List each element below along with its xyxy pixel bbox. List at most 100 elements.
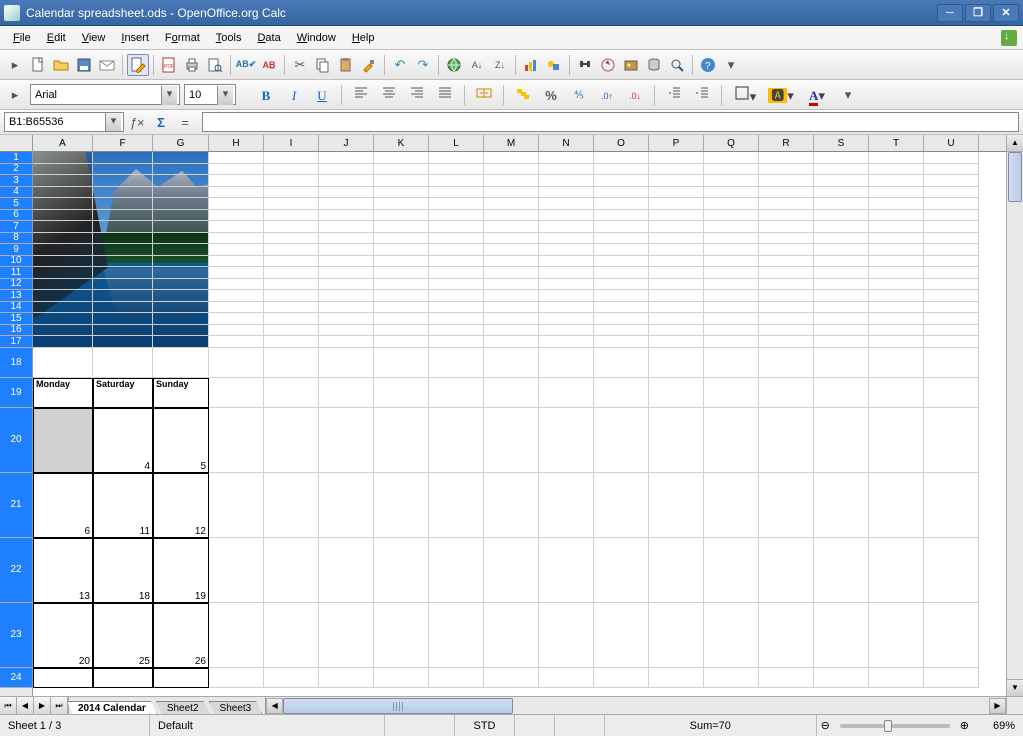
cell[interactable]: 5 (153, 408, 209, 473)
scroll-up-button[interactable]: ▲ (1007, 135, 1023, 152)
percent-button[interactable]: % (539, 84, 563, 106)
cell[interactable] (814, 668, 869, 688)
cell[interactable] (374, 538, 429, 603)
row-head-2[interactable]: 2 (0, 164, 32, 176)
cell[interactable] (704, 408, 759, 473)
select-all-corner[interactable] (0, 135, 33, 152)
new-doc-button[interactable] (27, 54, 49, 76)
cell[interactable]: 4 (93, 408, 153, 473)
cell[interactable] (594, 348, 649, 378)
col-head-I[interactable]: I (264, 135, 319, 151)
cell[interactable] (264, 473, 319, 538)
zoom-slider[interactable] (840, 724, 950, 728)
cell[interactable] (759, 538, 814, 603)
horizontal-scrollbar[interactable]: ◀ ▶ (265, 697, 1006, 714)
sheet-tab[interactable]: Sheet3 (209, 701, 263, 714)
cell[interactable] (759, 348, 814, 378)
cell[interactable] (594, 668, 649, 688)
cell[interactable] (594, 378, 649, 408)
row-head-4[interactable]: 4 (0, 187, 32, 199)
currency-button[interactable] (511, 84, 535, 106)
cell[interactable] (704, 473, 759, 538)
cell[interactable] (319, 348, 374, 378)
arrow-icon[interactable]: ▸ (4, 84, 26, 106)
row-head-17[interactable]: 17 (0, 336, 32, 348)
col-head-K[interactable]: K (374, 135, 429, 151)
menu-data[interactable]: Data (250, 29, 287, 47)
cell[interactable] (429, 408, 484, 473)
cell[interactable] (594, 603, 649, 668)
col-head-O[interactable]: O (594, 135, 649, 151)
cell[interactable] (374, 668, 429, 688)
increase-indent-button[interactable] (690, 84, 714, 106)
cell[interactable] (374, 408, 429, 473)
cell[interactable] (264, 408, 319, 473)
cell[interactable] (759, 603, 814, 668)
cell[interactable]: 18 (93, 538, 153, 603)
cell[interactable] (649, 603, 704, 668)
sheet-tab[interactable]: Sheet2 (156, 701, 210, 714)
cell[interactable]: 20 (33, 603, 93, 668)
cell[interactable] (539, 378, 594, 408)
cell[interactable]: 25 (93, 603, 153, 668)
cell-grid[interactable]: MondaySaturdaySunday4561112131819202526 (33, 152, 1006, 696)
cell[interactable] (924, 378, 979, 408)
row-head-13[interactable]: 13 (0, 290, 32, 302)
cell[interactable] (649, 378, 704, 408)
cell[interactable] (649, 538, 704, 603)
cell[interactable] (869, 348, 924, 378)
row-head-23[interactable]: 23 (0, 603, 32, 668)
cell[interactable] (704, 538, 759, 603)
row-head-19[interactable]: 19 (0, 378, 32, 408)
cell[interactable] (869, 538, 924, 603)
tab-first-button[interactable]: ⏮ (0, 697, 17, 714)
cell[interactable] (869, 378, 924, 408)
cell[interactable] (319, 473, 374, 538)
row-head-20[interactable]: 20 (0, 408, 32, 473)
scroll-right-button[interactable]: ▶ (989, 698, 1006, 714)
cell[interactable] (209, 378, 264, 408)
paste-button[interactable] (335, 54, 357, 76)
cell[interactable] (759, 408, 814, 473)
cell[interactable] (869, 473, 924, 538)
cell[interactable] (869, 408, 924, 473)
preview-button[interactable] (204, 54, 226, 76)
cell[interactable] (484, 473, 539, 538)
cell[interactable] (264, 378, 319, 408)
menu-insert[interactable]: Insert (114, 29, 156, 47)
menu-file[interactable]: File (6, 29, 38, 47)
cell[interactable] (704, 603, 759, 668)
cell[interactable] (374, 378, 429, 408)
sort-asc-button[interactable]: A↓ (466, 54, 488, 76)
cell[interactable] (484, 378, 539, 408)
status-modified[interactable] (515, 715, 555, 736)
row-head-3[interactable]: 3 (0, 175, 32, 187)
toolbar-more-icon[interactable]: ▾ (720, 54, 742, 76)
row-head-10[interactable]: 10 (0, 256, 32, 268)
cell[interactable] (814, 603, 869, 668)
gallery-button[interactable] (620, 54, 642, 76)
cell[interactable]: 12 (153, 473, 209, 538)
datasources-button[interactable] (643, 54, 665, 76)
navigator-button[interactable] (597, 54, 619, 76)
tab-next-button[interactable]: ▶ (34, 697, 51, 714)
cell[interactable] (814, 473, 869, 538)
row-head-18[interactable]: 18 (0, 348, 32, 378)
col-head-F[interactable]: F (93, 135, 153, 151)
help-button[interactable]: ? (697, 54, 719, 76)
sort-desc-button[interactable]: Z↓ (489, 54, 511, 76)
status-pagestyle[interactable]: Default (150, 715, 385, 736)
formula-input[interactable] (202, 112, 1019, 132)
function-equals-button[interactable]: = (174, 111, 196, 133)
col-head-P[interactable]: P (649, 135, 704, 151)
cell[interactable]: Monday (33, 378, 93, 408)
chart-button[interactable] (520, 54, 542, 76)
cell[interactable] (429, 473, 484, 538)
scroll-down-button[interactable]: ▼ (1007, 679, 1023, 696)
cell[interactable] (539, 408, 594, 473)
cell[interactable] (209, 408, 264, 473)
menu-window[interactable]: Window (290, 29, 343, 47)
cell[interactable]: Sunday (153, 378, 209, 408)
font-size-select[interactable]: 10 (184, 84, 236, 105)
borders-button[interactable]: ▾ (729, 84, 761, 106)
